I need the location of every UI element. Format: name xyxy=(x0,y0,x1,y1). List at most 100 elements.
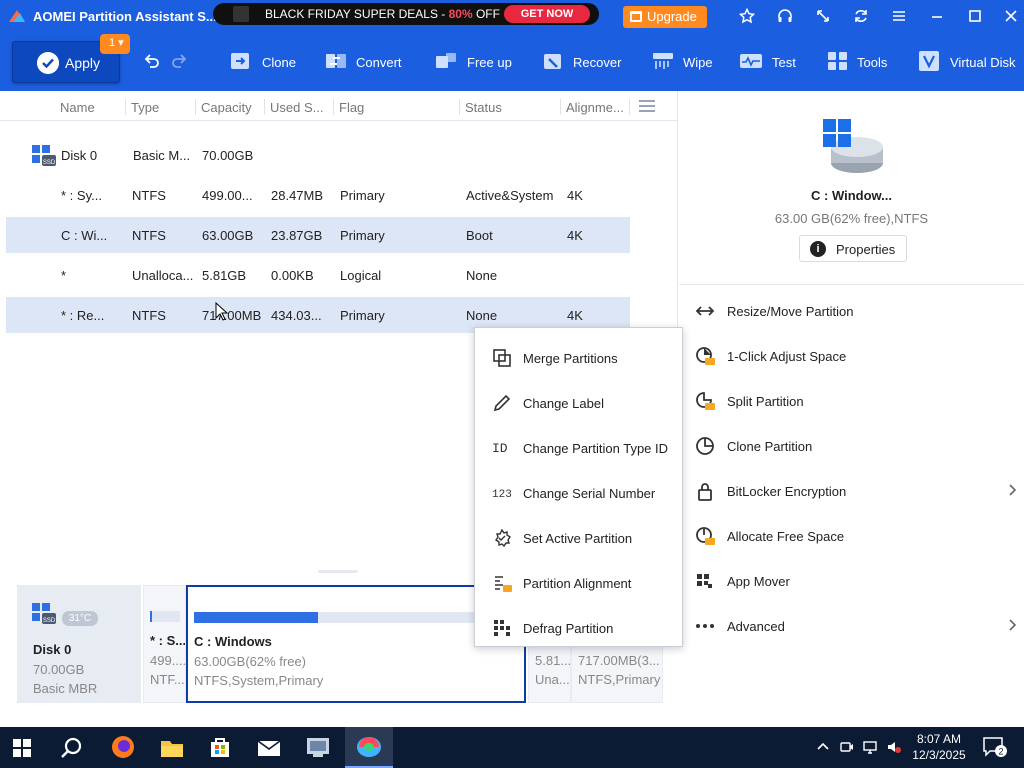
test-button[interactable]: Test xyxy=(739,47,809,77)
partition-details-panel: C : Window... 63.00 GB(62% free),NTFS i … xyxy=(679,91,1024,727)
change-partition-type-id-item[interactable]: ID Change Partition Type ID xyxy=(475,423,682,463)
minimize-icon[interactable] xyxy=(929,8,945,24)
test-icon xyxy=(740,54,762,68)
disk-name: Disk 0 xyxy=(33,642,72,657)
windows-taskbar: 8:07 AM 12/3/2025 2 xyxy=(0,727,1024,768)
partition-alignment-item[interactable]: Partition Alignment xyxy=(475,558,682,598)
feedback-icon[interactable] xyxy=(815,8,831,24)
clone-icon xyxy=(231,53,249,69)
pane-splitter[interactable] xyxy=(318,570,358,573)
close-icon[interactable] xyxy=(1003,8,1019,24)
column-header[interactable]: Status xyxy=(465,100,502,115)
table-row[interactable]: * : Sy... NTFS 499.00... 28.47MB Primary… xyxy=(6,177,630,213)
store-icon[interactable] xyxy=(207,734,233,760)
get-now-button[interactable]: GET NOW xyxy=(504,5,590,23)
clone-button[interactable]: Clone xyxy=(228,47,308,77)
virtual-disk-icon xyxy=(919,51,939,71)
ssd-disk-icon: SSD xyxy=(32,603,56,624)
table-row-selected[interactable]: C : Wi... NTFS 63.00GB 23.87GB Primary B… xyxy=(6,217,630,253)
id-icon: ID xyxy=(492,441,508,456)
set-active-icon xyxy=(495,528,511,548)
tools-button[interactable]: Tools xyxy=(826,47,896,77)
serial-icon: 123 xyxy=(492,489,512,501)
pending-operations-badge[interactable]: 1 ▾ xyxy=(100,34,130,54)
app-window-icon[interactable] xyxy=(305,734,331,760)
undo-icon[interactable] xyxy=(143,52,161,70)
svg-text:2: 2 xyxy=(998,747,1003,757)
partition-block[interactable]: * : S... 499.... NTF... xyxy=(143,585,186,703)
app-mover-item[interactable]: App Mover xyxy=(693,562,1021,598)
split-icon xyxy=(696,392,715,410)
clone-partition-item[interactable]: Clone Partition xyxy=(693,427,1021,463)
star-icon[interactable] xyxy=(739,8,755,24)
disk-size: 70.00GB xyxy=(33,662,85,677)
main-toolbar: Apply 1 ▾ Clone Convert Free up Recover … xyxy=(0,32,1024,91)
menu-icon[interactable] xyxy=(891,8,907,24)
app-logo-icon xyxy=(9,10,25,22)
svg-text:SSD: SSD xyxy=(43,160,56,166)
column-header[interactable]: Used S... xyxy=(270,100,323,115)
wipe-button[interactable]: Wipe xyxy=(651,47,721,77)
change-label-item[interactable]: Change Label xyxy=(475,378,682,418)
set-active-partition-item[interactable]: Set Active Partition xyxy=(475,513,682,553)
resize-move-partition-item[interactable]: Resize/Move Partition xyxy=(693,292,1021,328)
panel-divider xyxy=(679,284,1024,285)
selected-partition-size: 63.00 GB(62% free),NTFS xyxy=(774,211,929,226)
table-row-disk[interactable]: SSD Disk 0 Basic M... 70.00GB xyxy=(6,137,630,173)
headset-icon[interactable] xyxy=(777,8,793,24)
chevron-up-icon[interactable] xyxy=(816,740,830,754)
bitlocker-encryption-item[interactable]: BitLocker Encryption xyxy=(693,472,1021,508)
temperature-badge: 31°C xyxy=(62,611,98,626)
convert-button[interactable]: Convert xyxy=(324,47,414,77)
notification-center-icon[interactable]: 2 xyxy=(983,737,1007,757)
refresh-icon[interactable] xyxy=(853,8,869,24)
disk-type: Basic MBR xyxy=(33,681,98,696)
virtual-disk-button[interactable]: Virtual Disk xyxy=(918,47,1024,77)
ssd-disk-icon: SSD xyxy=(32,145,56,166)
system-clock[interactable]: 8:07 AM 12/3/2025 xyxy=(908,731,970,763)
alignment-icon xyxy=(495,576,512,592)
properties-button[interactable]: i Properties xyxy=(799,235,907,262)
svg-text:ID: ID xyxy=(492,441,508,456)
disk-card[interactable]: SSD 31°C Disk 0 70.00GB Basic MBR xyxy=(17,585,141,703)
table-row[interactable]: * Unalloca... 5.81GB 0.00KB Logical None xyxy=(6,257,630,293)
advanced-item[interactable]: Advanced xyxy=(693,607,1021,643)
firefox-icon[interactable] xyxy=(110,734,136,760)
network-icon[interactable] xyxy=(863,740,877,754)
upgrade-button[interactable]: Upgrade xyxy=(623,6,707,28)
lock-icon xyxy=(698,483,712,501)
volume-muted-icon[interactable] xyxy=(887,740,901,754)
split-partition-item[interactable]: Split Partition xyxy=(693,382,1021,418)
search-icon[interactable] xyxy=(60,736,84,760)
recover-button[interactable]: Recover xyxy=(542,47,632,77)
defrag-partition-item[interactable]: Defrag Partition xyxy=(475,603,682,643)
aomei-taskbar-button[interactable] xyxy=(345,727,393,768)
allocate-free-space-item[interactable]: Allocate Free Space xyxy=(693,517,1021,553)
allocate-icon xyxy=(696,527,715,545)
column-header[interactable]: Type xyxy=(131,100,159,115)
file-explorer-icon[interactable] xyxy=(159,735,185,761)
recover-icon xyxy=(544,54,561,69)
change-serial-number-item[interactable]: 123 Change Serial Number xyxy=(475,468,682,508)
free-up-button[interactable]: Free up xyxy=(434,47,524,77)
column-settings-icon[interactable] xyxy=(639,100,655,112)
checkmark-icon xyxy=(37,52,59,74)
merge-partitions-item[interactable]: Merge Partitions xyxy=(475,333,682,373)
usage-bar xyxy=(150,611,180,622)
column-header[interactable]: Alignme... xyxy=(566,100,624,115)
selected-partition-name: C : Window... xyxy=(811,188,892,203)
mail-icon[interactable] xyxy=(256,735,282,761)
column-header[interactable]: Name xyxy=(60,100,95,115)
promo-banner[interactable]: BLACK FRIDAY SUPER DEALS - 80% OFF GET N… xyxy=(213,3,599,25)
column-header[interactable]: Flag xyxy=(339,100,364,115)
column-header[interactable]: Capacity xyxy=(201,100,252,115)
windows-start-icon[interactable] xyxy=(13,739,31,757)
maximize-icon[interactable] xyxy=(967,8,983,24)
one-click-adjust-space-item[interactable]: 1-Click Adjust Space xyxy=(693,337,1021,373)
camera-icon[interactable] xyxy=(840,740,854,754)
resize-icon xyxy=(695,306,715,316)
promo-text: BLACK FRIDAY SUPER DEALS - 80% OFF xyxy=(265,7,500,21)
merge-icon xyxy=(493,349,511,367)
redo-icon[interactable] xyxy=(170,52,188,70)
clone-partition-icon xyxy=(696,437,714,455)
